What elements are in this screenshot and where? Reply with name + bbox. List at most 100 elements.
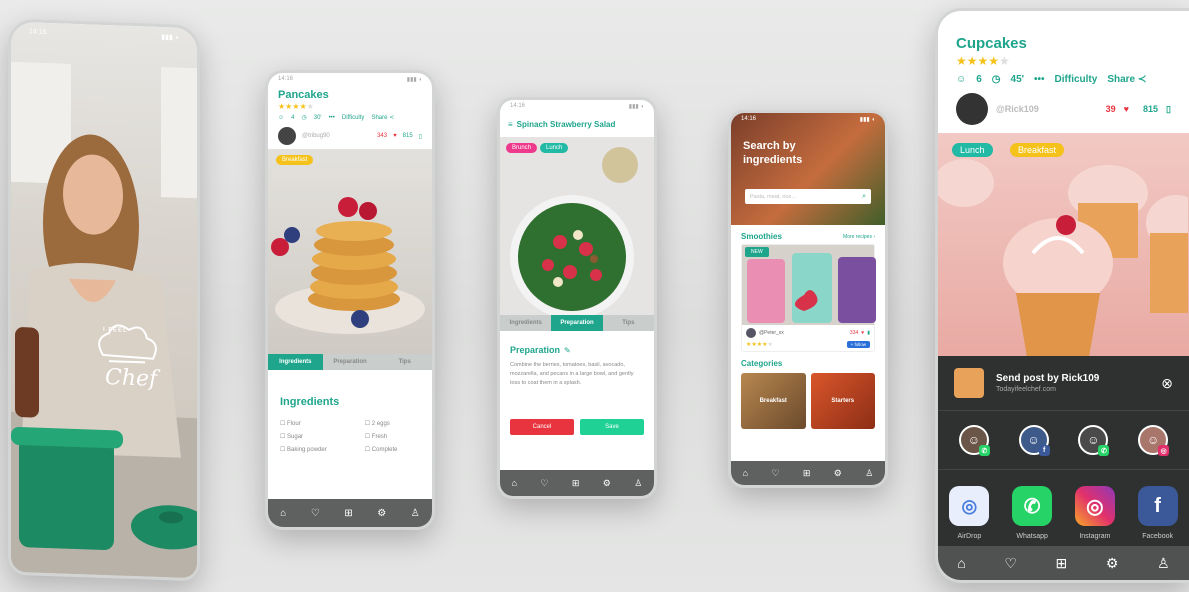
category-tile-breakfast[interactable]: Breakfast: [741, 373, 806, 429]
chip-lunch[interactable]: Lunch: [540, 143, 569, 153]
avatar[interactable]: [956, 93, 988, 125]
search-input[interactable]: Pasta, meat, rice... ⌕: [745, 189, 871, 204]
share-button[interactable]: Share ≺: [371, 114, 394, 121]
avatar[interactable]: [278, 127, 296, 145]
add-icon[interactable]: ⊞: [344, 508, 352, 519]
post-thumbnail: [954, 368, 984, 398]
instagram-icon: ◎: [1158, 445, 1170, 456]
add-icon[interactable]: ⊞: [1056, 555, 1068, 572]
likes-count: 39: [1105, 104, 1116, 114]
bottom-nav: ⌂ ♡ ⊞ ⚙ ♙: [268, 499, 432, 527]
bottom-nav: ⌂ ♡ ⊞ ⚙ ♙: [731, 461, 885, 485]
settings-icon[interactable]: ⚙: [834, 468, 842, 479]
whatsapp-icon: ✆: [1098, 445, 1110, 456]
ingredient-item[interactable]: ☐ Fresh: [365, 431, 398, 444]
recipe-title: Cupcakes: [956, 35, 1027, 52]
tab-preparation[interactable]: Preparation: [322, 354, 378, 370]
avatar[interactable]: [746, 328, 756, 338]
section-title: Ingredients: [280, 396, 340, 408]
recipe-card[interactable]: NEW @Peter_xx 334 ♥ ▮ ★★★★★ + follow: [741, 244, 876, 352]
favorites-icon[interactable]: ♡: [771, 468, 779, 479]
home-icon[interactable]: ⌂: [957, 555, 965, 571]
share-sheet: Send post by Rick109 Todayifeelchef.com …: [938, 356, 1189, 546]
status-time: 14:16: [741, 116, 757, 122]
ingredient-item[interactable]: ☐ Sugar: [280, 431, 327, 444]
airdrop-icon: ◎: [949, 486, 990, 526]
author-handle[interactable]: @tribug90: [302, 133, 371, 139]
heart-icon[interactable]: ♥: [393, 133, 397, 139]
tab-ingredients[interactable]: Ingredients: [500, 315, 552, 331]
instagram-icon: ◎: [1074, 486, 1115, 526]
home-icon[interactable]: ⌂: [743, 468, 748, 478]
save-button[interactable]: Save: [580, 419, 644, 435]
tab-preparation[interactable]: Preparation: [551, 315, 603, 331]
contact-avatar[interactable]: ☺ ✆: [958, 425, 990, 456]
ingredient-item[interactable]: ☐ Flour: [280, 418, 327, 431]
contact-avatar[interactable]: ☺ ✆: [1078, 425, 1110, 456]
chip-breakfast[interactable]: Breakfast: [1010, 143, 1065, 157]
likes-count: 343: [377, 133, 388, 139]
home-icon[interactable]: ⌂: [280, 508, 286, 519]
author-handle[interactable]: @Rick109: [996, 104, 1098, 114]
contact-avatar[interactable]: ☺ ◎: [1138, 425, 1170, 456]
status-signal: ▮▮▮ ◖: [859, 117, 875, 123]
favorites-icon[interactable]: ♡: [540, 478, 548, 489]
phone-search-home: 14:16 ▮▮▮ ◖ Search by ingredients Pasta, …: [728, 110, 888, 488]
profile-icon[interactable]: ♙: [634, 478, 642, 489]
profile-icon[interactable]: ♙: [1157, 555, 1170, 572]
chip-lunch[interactable]: Lunch: [952, 143, 993, 157]
share-app-facebook[interactable]: f Facebook: [1128, 486, 1188, 540]
menu-icon[interactable]: ≡: [508, 120, 513, 129]
more-recipes-link[interactable]: More recipes ›: [843, 234, 875, 240]
share-app-instagram[interactable]: ◎ Instagram: [1065, 486, 1125, 540]
servings-icon: ☺: [278, 114, 285, 121]
search-icon[interactable]: ⌕: [862, 193, 866, 201]
rating-stars: ★★★★★: [746, 342, 773, 348]
chip-brunch[interactable]: Brunch: [506, 143, 538, 153]
profile-icon[interactable]: ♙: [865, 468, 873, 479]
clock-icon: ◷: [991, 74, 1001, 85]
category-chip[interactable]: Breakfast: [276, 155, 314, 165]
home-icon[interactable]: ⌂: [512, 478, 517, 488]
settings-icon[interactable]: ⚙: [603, 478, 611, 489]
category-tile-starters[interactable]: Starters: [810, 373, 875, 429]
ingredient-item[interactable]: ☐ Complete: [365, 444, 398, 457]
add-icon[interactable]: ⊞: [803, 468, 811, 479]
settings-icon[interactable]: ⚙: [377, 508, 386, 519]
ingredient-item[interactable]: ☐ 2 eggs: [365, 418, 398, 431]
profile-icon[interactable]: ♙: [411, 508, 420, 519]
author-handle[interactable]: @Peter_xx: [759, 330, 847, 336]
edit-icon[interactable]: ✎: [564, 346, 571, 355]
bookmark-icon[interactable]: ▯: [1166, 104, 1171, 115]
chef-photo: I FEEL Chef: [11, 21, 200, 582]
contact-avatar[interactable]: ☺ f: [1018, 425, 1050, 456]
smoothie-photo: NEW: [742, 245, 876, 325]
close-icon[interactable]: ⊗: [1161, 375, 1173, 392]
heart-icon[interactable]: ♥: [861, 330, 864, 336]
tab-ingredients[interactable]: Ingredients: [268, 354, 323, 370]
tab-tips[interactable]: Tips: [377, 354, 432, 370]
share-button[interactable]: Share ≺: [1107, 74, 1146, 85]
share-app-whatsapp[interactable]: ✆ Whatsapp: [1002, 486, 1062, 540]
rating-stars: ★★★★★: [278, 102, 314, 111]
likes-count: 334: [849, 330, 859, 336]
cancel-button[interactable]: Cancel: [510, 419, 574, 435]
heart-icon[interactable]: ♥: [1124, 104, 1129, 114]
facebook-icon: f: [1137, 486, 1178, 526]
bookmark-icon[interactable]: ▮: [867, 330, 870, 336]
share-app-airdrop[interactable]: ◎ AirDrop: [939, 486, 999, 540]
hero-title: Search by ingredients: [743, 140, 803, 166]
tab-tips[interactable]: Tips: [602, 315, 654, 331]
phone-salad-recipe: 14:16 ▮▮▮ ◖ ≡ Spinach Strawberry Salad Br…: [497, 97, 657, 499]
clock-icon: ◷: [301, 115, 307, 121]
follow-button[interactable]: + follow: [846, 341, 870, 348]
settings-icon[interactable]: ⚙: [1106, 555, 1119, 572]
favorites-icon[interactable]: ♡: [311, 508, 320, 519]
favorites-icon[interactable]: ♡: [1004, 555, 1017, 572]
add-icon[interactable]: ⊞: [572, 478, 580, 489]
bookmark-icon[interactable]: ▯: [419, 133, 422, 140]
status-signal: ▮▮▮ ◖: [406, 77, 422, 83]
ingredient-item[interactable]: ☐ Baking powder: [280, 444, 327, 457]
servings-value: 6: [976, 74, 982, 85]
facebook-icon: f: [1038, 445, 1050, 456]
